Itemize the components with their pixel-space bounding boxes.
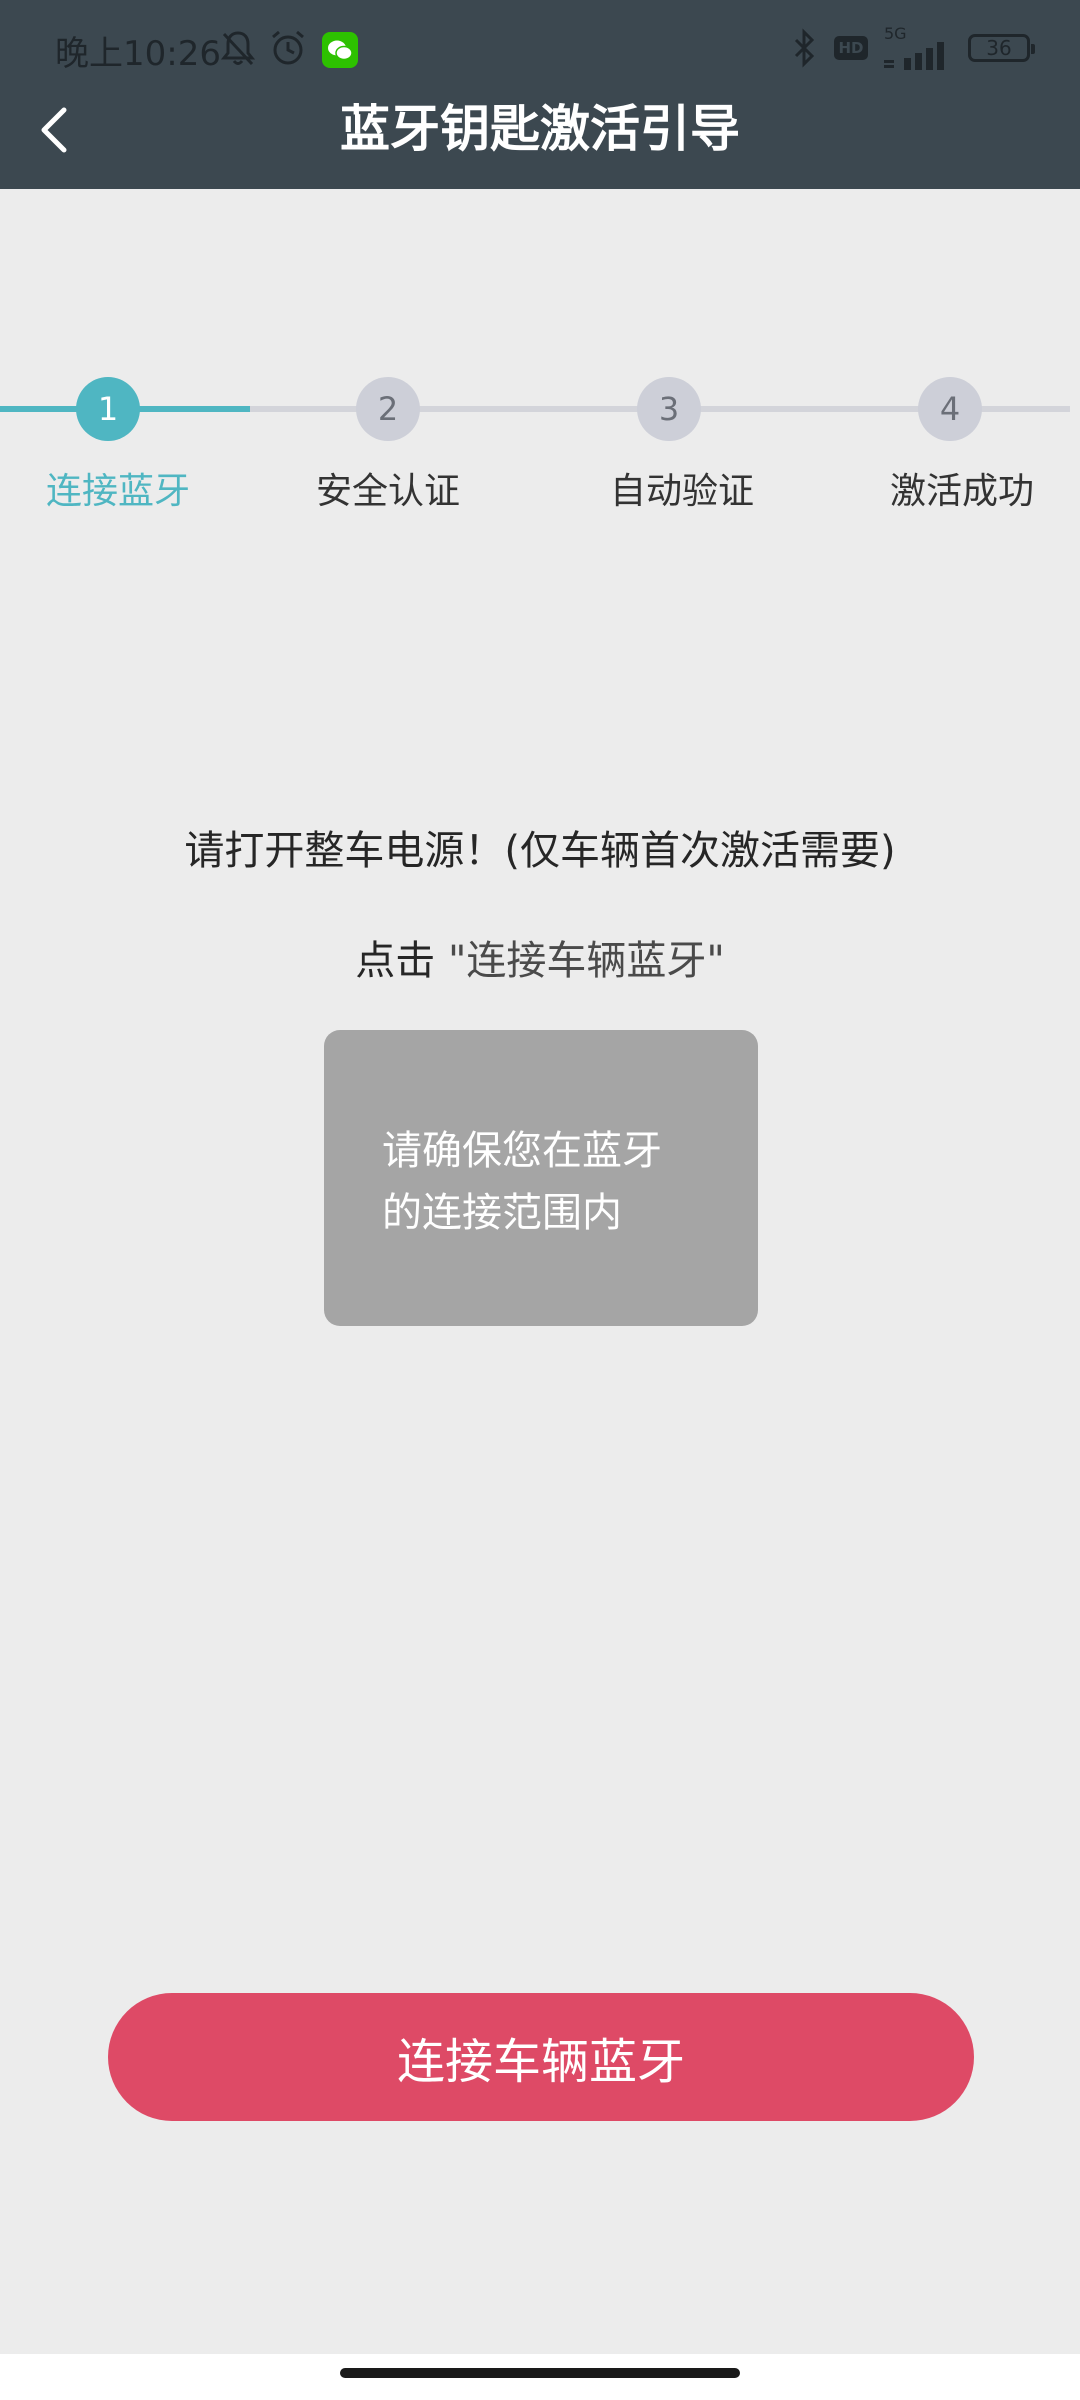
page-title: 蓝牙钥匙激活引导 bbox=[340, 100, 740, 158]
step-4-circle: 4 bbox=[918, 377, 982, 441]
step-4-label: 激活成功 bbox=[889, 471, 1034, 512]
bell-off-icon bbox=[220, 31, 256, 66]
status-bar: 晚上10:26 HD 5G 36 bbox=[0, 0, 1080, 90]
status-right-icons: HD 5G 36 bbox=[788, 24, 1035, 70]
step-3-label: 自动验证 bbox=[609, 471, 754, 512]
tip-line-2: 的连接范围内 bbox=[382, 1190, 622, 1236]
power-on-instruction: 请打开整车电源！(仅车辆首次激活需要) bbox=[184, 828, 896, 874]
range-tip-box: 请确保您在蓝牙 的连接范围内 bbox=[324, 1030, 758, 1326]
tip-line-1: 请确保您在蓝牙 bbox=[382, 1128, 662, 1174]
hd-icon: HD bbox=[834, 36, 868, 60]
step-2-label: 安全认证 bbox=[315, 471, 460, 512]
app-header: 晚上10:26 HD 5G 36 蓝牙钥匙激活引导 bbox=[0, 0, 1080, 189]
wechat-icon bbox=[322, 32, 358, 68]
step-3-circle: 3 bbox=[637, 377, 701, 441]
connect-bluetooth-button[interactable]: 连接车辆蓝牙 bbox=[108, 1993, 974, 2121]
battery-icon: 36 bbox=[968, 34, 1035, 62]
step-1-label: 连接蓝牙 bbox=[45, 471, 190, 512]
battery-level: 36 bbox=[986, 36, 1012, 60]
home-indicator[interactable] bbox=[340, 2368, 740, 2378]
click-instruction: 点击 "连接车辆蓝牙" bbox=[0, 928, 1080, 986]
click-quote: "连接车辆蓝牙" bbox=[447, 938, 725, 984]
status-time: 晚上10:26 bbox=[55, 34, 221, 74]
alarm-icon bbox=[272, 30, 304, 65]
click-prefix: 点击 bbox=[355, 938, 448, 984]
step-2-circle: 2 bbox=[356, 377, 420, 441]
signal-icon: 5G bbox=[882, 24, 954, 70]
screen: 晚上10:26 HD 5G 36 蓝牙钥匙激活引导 1 2 3 4 连接蓝牙 安… bbox=[0, 0, 1080, 2400]
step-1-circle: 1 bbox=[76, 377, 140, 441]
bluetooth-icon bbox=[794, 28, 815, 68]
